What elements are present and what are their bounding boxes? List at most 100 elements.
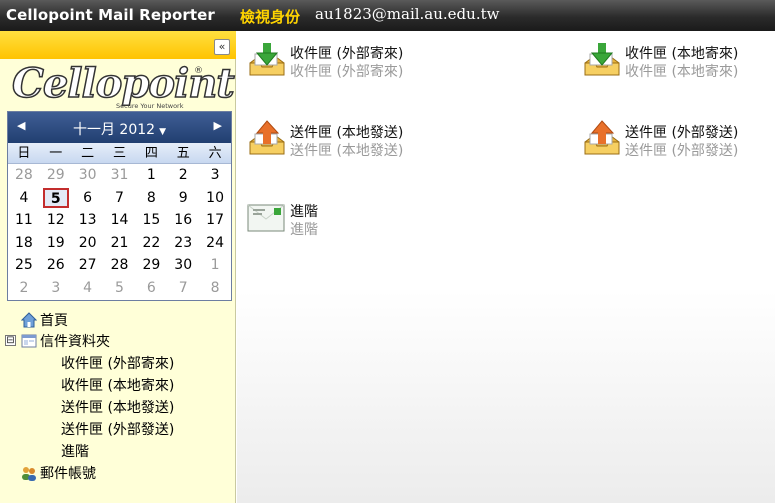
- calendar-day[interactable]: 24: [199, 232, 231, 255]
- calendar-day[interactable]: 4: [8, 187, 40, 210]
- folder-tile-label: 送件匣 (本地發送): [290, 125, 404, 141]
- collapse-tree-icon[interactable]: ⊟: [5, 335, 16, 346]
- dropdown-arrow-icon: ▼: [159, 127, 166, 137]
- tree-item-outbox-local[interactable]: 送件匣 (本地發送): [61, 398, 174, 418]
- cellopoint-logo: Cellopoint ® Secure Your Network: [11, 59, 235, 110]
- weekday-label: 三: [112, 146, 126, 161]
- calendar-day[interactable]: 7: [104, 187, 136, 210]
- calendar-day[interactable]: 6: [135, 277, 167, 300]
- calendar-day[interactable]: 23: [167, 232, 199, 255]
- calendar: ◀ 十一月 2012 ▼ ▶ 日 一 二 三 四 五 六 28 29 30 31 …: [7, 111, 232, 301]
- weekday-label: 一: [49, 146, 63, 161]
- calendar-day[interactable]: 5: [104, 277, 136, 300]
- calendar-day[interactable]: 18: [8, 232, 40, 255]
- calendar-day[interactable]: 2: [167, 164, 199, 187]
- calendar-day-selected[interactable]: 5: [42, 187, 69, 209]
- weekday-label: 五: [176, 146, 190, 161]
- calendar-day[interactable]: 6: [72, 187, 104, 210]
- calendar-day[interactable]: 4: [72, 277, 104, 300]
- tree-item-outbox-external[interactable]: 送件匣 (外部發送): [61, 420, 174, 440]
- identity-value: au1823@mail.au.edu.tw: [315, 5, 500, 23]
- sidebar-strip: «: [0, 31, 236, 59]
- tree-item-label: 首頁: [40, 313, 68, 329]
- calendar-day[interactable]: 27: [72, 254, 104, 277]
- identity-label: 檢視身份: [240, 8, 301, 26]
- folder-tile-outbox-local[interactable]: 送件匣 (本地發送) 送件匣 (本地發送): [246, 120, 446, 164]
- calendar-day[interactable]: 16: [167, 209, 199, 232]
- calendar-day[interactable]: 9: [167, 187, 199, 210]
- calendar-grid: 28 29 30 31 1 2 3 4 5 6 7 8 9 10 11 12 1…: [8, 164, 231, 300]
- folder-tile-label: 收件匣 (外部寄來): [290, 46, 404, 62]
- outbox-upload-icon: [584, 120, 620, 155]
- calendar-day[interactable]: 30: [167, 254, 199, 277]
- calendar-day[interactable]: 15: [135, 209, 167, 232]
- calendar-day[interactable]: 29: [135, 254, 167, 277]
- folder-tile-inbox-external[interactable]: 收件匣 (外部寄來) 收件匣 (外部寄來): [246, 41, 446, 85]
- weekday-label: 四: [144, 146, 158, 161]
- folder-tile-label: 送件匣 (外部發送): [625, 125, 739, 141]
- calendar-day[interactable]: 28: [8, 164, 40, 187]
- calendar-next-month-button[interactable]: ▶: [214, 119, 222, 132]
- home-icon: [21, 312, 37, 328]
- outbox-upload-icon: [249, 120, 285, 155]
- logo-registered-mark: ®: [194, 66, 203, 76]
- calendar-day[interactable]: 1: [135, 164, 167, 187]
- folder-tile-advanced[interactable]: 進階 進階: [246, 199, 366, 243]
- weekday-label: 二: [81, 146, 95, 161]
- inbox-download-icon: [249, 43, 285, 76]
- calendar-title: 十一月 2012: [72, 122, 156, 138]
- calendar-month-selector[interactable]: 十一月 2012 ▼: [8, 119, 231, 139]
- users-icon: [22, 467, 36, 481]
- calendar-day[interactable]: 1: [199, 254, 231, 277]
- calendar-day[interactable]: 25: [8, 254, 40, 277]
- folder-tile-outbox-external[interactable]: 送件匣 (外部發送) 送件匣 (外部發送): [581, 120, 771, 164]
- folder-tile-label: 進階: [290, 204, 318, 220]
- tree-item-inbox-local[interactable]: 收件匣 (本地寄來): [61, 376, 174, 396]
- calendar-day[interactable]: 14: [104, 209, 136, 232]
- tree-item-home[interactable]: 首頁: [21, 311, 68, 331]
- weekday-label: 日: [17, 146, 31, 161]
- calendar-day[interactable]: 7: [167, 277, 199, 300]
- calendar-day[interactable]: 10: [199, 187, 231, 210]
- folder-tile-label: 收件匣 (本地寄來): [625, 46, 739, 62]
- calendar-header: ◀ 十一月 2012 ▼ ▶: [8, 112, 231, 143]
- folder-tile-sublabel: 送件匣 (本地發送): [290, 143, 404, 159]
- calendar-day[interactable]: 30: [72, 164, 104, 187]
- folder-tile-sublabel: 收件匣 (外部寄來): [290, 64, 404, 80]
- tree-item-inbox-external[interactable]: 收件匣 (外部寄來): [61, 354, 174, 374]
- calendar-day[interactable]: 12: [40, 209, 72, 232]
- calendar-day[interactable]: 8: [199, 277, 231, 300]
- calendar-day[interactable]: 21: [104, 232, 136, 255]
- folder-tile-sublabel: 收件匣 (本地寄來): [625, 64, 739, 80]
- calendar-day[interactable]: 31: [104, 164, 136, 187]
- inbox-download-icon: [584, 43, 620, 76]
- calendar-day[interactable]: 11: [8, 209, 40, 232]
- collapse-sidebar-button[interactable]: «: [214, 39, 230, 55]
- main-content: 收件匣 (外部寄來) 收件匣 (外部寄來) 收件匣 (本地寄來) 收件匣 (本地…: [237, 31, 775, 503]
- tree-item-advanced[interactable]: 進階: [61, 442, 89, 462]
- folder-tile-sublabel: 進階: [290, 222, 318, 238]
- top-bar: Cellopoint Mail Reporter 檢視身份 au1823@mai…: [0, 0, 775, 31]
- calendar-day[interactable]: 13: [72, 209, 104, 232]
- tree-item-mail-accounts[interactable]: 郵件帳號: [21, 464, 96, 484]
- calendar-day[interactable]: 17: [199, 209, 231, 232]
- tree-item-label: 信件資料夾: [40, 334, 110, 350]
- logo-tagline: Secure Your Network: [116, 102, 184, 110]
- calendar-day[interactable]: 26: [40, 254, 72, 277]
- tree-item-mail-folders[interactable]: 信件資料夾: [21, 332, 110, 352]
- folder-tile-inbox-local[interactable]: 收件匣 (本地寄來) 收件匣 (本地寄來): [581, 41, 771, 85]
- calendar-day[interactable]: 20: [72, 232, 104, 255]
- calendar-day[interactable]: 2: [8, 277, 40, 300]
- calendar-day[interactable]: 22: [135, 232, 167, 255]
- calendar-weekdays: 日 一 二 三 四 五 六: [8, 143, 231, 164]
- calendar-day[interactable]: 8: [135, 187, 167, 210]
- calendar-day[interactable]: 29: [40, 164, 72, 187]
- sidebar: « Cellopoint ® Secure Your Network ◀ 十一月…: [0, 31, 236, 503]
- folder-window-icon: [21, 334, 37, 348]
- envelope-icon: [247, 204, 285, 232]
- calendar-day[interactable]: 19: [40, 232, 72, 255]
- calendar-day[interactable]: 28: [104, 254, 136, 277]
- app-title: Cellopoint Mail Reporter: [6, 6, 215, 24]
- calendar-day[interactable]: 3: [40, 277, 72, 300]
- calendar-day[interactable]: 3: [199, 164, 231, 187]
